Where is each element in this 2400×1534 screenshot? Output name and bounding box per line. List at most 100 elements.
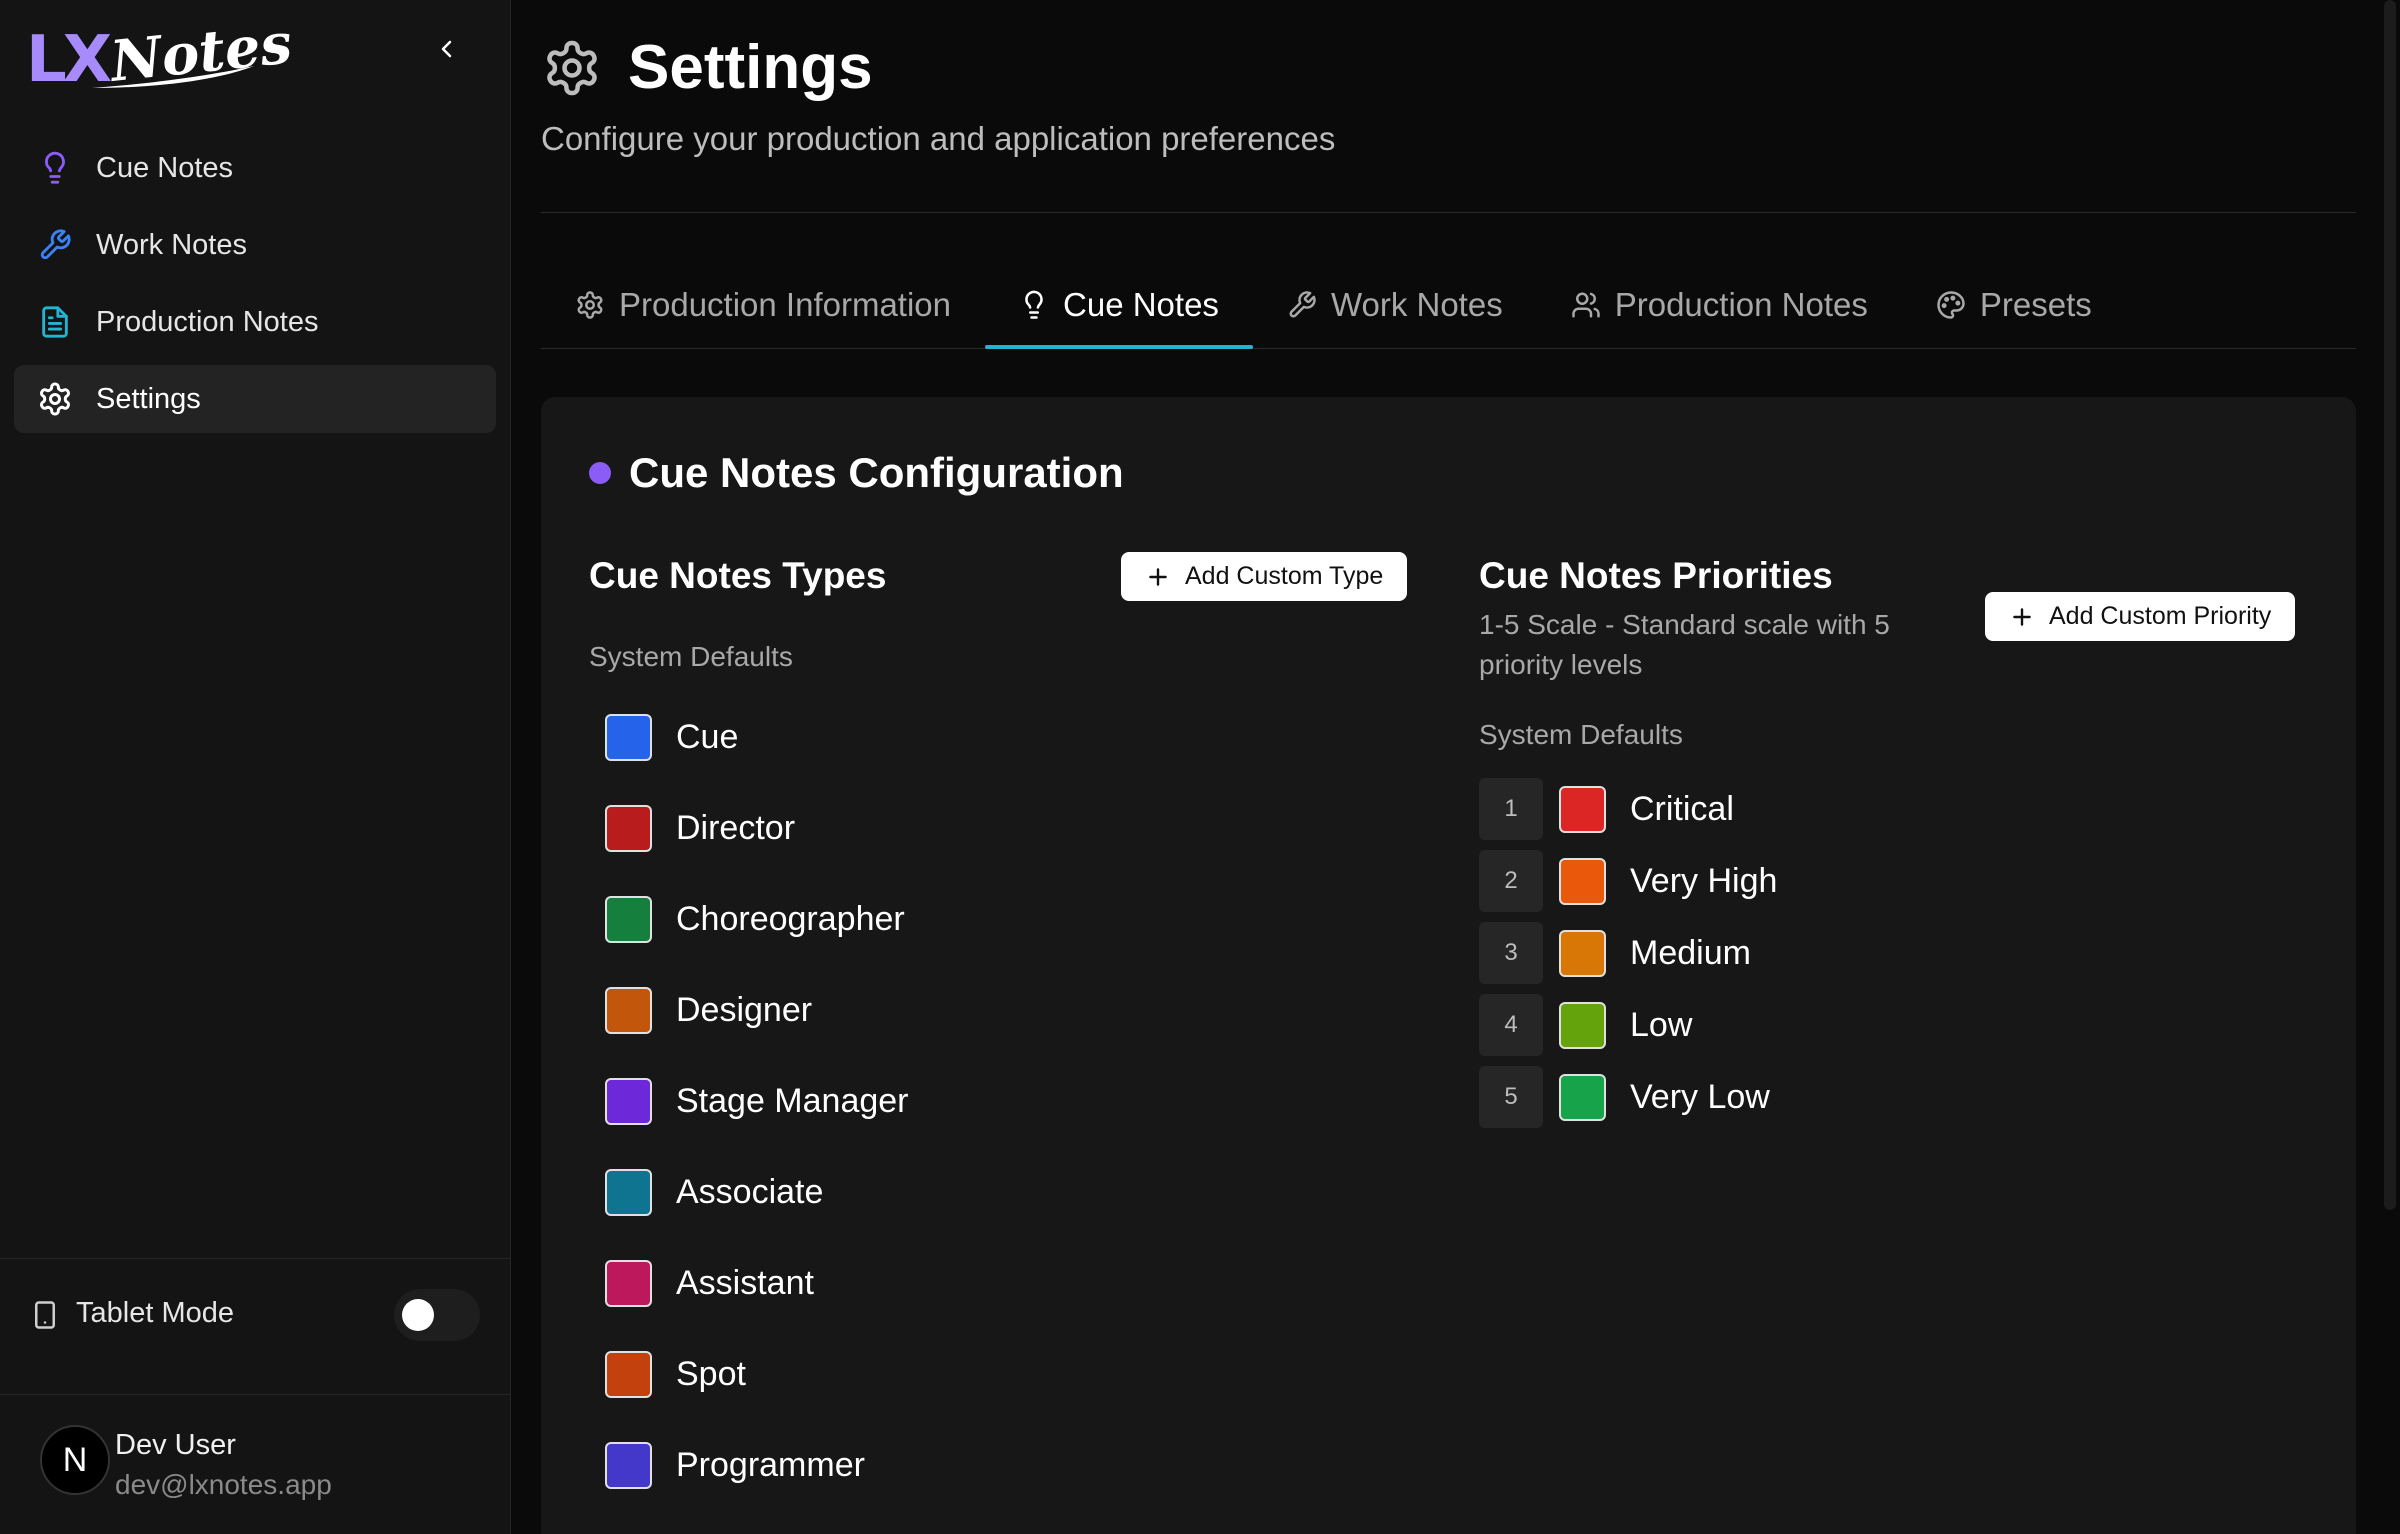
priority-number: 4 (1479, 994, 1543, 1056)
card-title: Cue Notes Configuration (629, 449, 1124, 496)
tab-cue-notes[interactable]: Cue Notes (985, 262, 1253, 349)
scroll-thumb[interactable] (2384, 0, 2396, 1210)
sidebar-item-work-notes[interactable]: Work Notes (14, 211, 496, 279)
tab-label: Production Notes (1614, 286, 1868, 323)
priority-name: Critical (1630, 789, 1734, 828)
page-title: Settings (628, 33, 873, 102)
palette-icon (1937, 291, 1965, 319)
tab-production-information[interactable]: Production Information (541, 262, 985, 348)
lightbulb-icon (36, 149, 74, 187)
type-name: Designer (676, 991, 813, 1029)
list-item[interactable]: 3 Medium (1479, 917, 1777, 989)
types-system-defaults-label: System Defaults (589, 641, 793, 672)
sidebar: LX Notes Cue Notes Work Notes Production… (0, 0, 511, 1534)
list-item[interactable]: Cue (605, 692, 909, 783)
tab-presets[interactable]: Presets (1902, 262, 2126, 348)
tablet-mode-label: Tablet Mode (76, 1297, 234, 1329)
sidebar-item-cue-notes[interactable]: Cue Notes (14, 134, 496, 202)
type-name: Associate (676, 1173, 824, 1211)
wrench-icon (1289, 291, 1316, 318)
color-swatch[interactable] (605, 1169, 652, 1216)
status-dot (589, 462, 611, 484)
add-custom-type-button[interactable]: Add Custom Type (1121, 552, 1408, 601)
list-item[interactable]: Spot (605, 1329, 909, 1420)
cue-notes-config-card: Cue Notes Configuration Cue Notes Types … (541, 397, 2356, 1534)
gear-icon (36, 380, 74, 418)
color-swatch[interactable] (605, 714, 652, 761)
avatar[interactable]: N (40, 1425, 110, 1495)
logo-swoosh (92, 66, 254, 88)
color-swatch[interactable] (605, 1260, 652, 1307)
tab-label: Presets (1979, 286, 2092, 323)
types-list: Cue Director Choreographer Designer Stag… (605, 709, 909, 1528)
card-header: Cue Notes Configuration (589, 449, 1124, 497)
type-name: Assistant (676, 1264, 814, 1302)
color-swatch[interactable] (1559, 929, 1606, 977)
priorities-system-defaults-label: System Defaults (1479, 719, 1683, 750)
sidebar-item-label: Cue Notes (96, 151, 234, 184)
type-name: Choreographer (676, 900, 905, 938)
color-swatch[interactable] (1559, 1073, 1606, 1121)
tablet-icon (30, 1299, 60, 1331)
priority-number: 2 (1479, 850, 1543, 912)
sidebar-item-label: Work Notes (96, 228, 247, 261)
collapse-sidebar-button[interactable] (426, 28, 468, 70)
color-swatch[interactable] (605, 1442, 652, 1489)
type-name: Spot (676, 1355, 746, 1393)
type-name: Stage Manager (676, 1082, 909, 1120)
file-text-icon (36, 303, 74, 341)
color-swatch[interactable] (605, 987, 652, 1034)
settings-tabs: Production Information Cue Notes Work No… (541, 262, 2356, 349)
priority-name: Medium (1630, 933, 1751, 972)
priorities-title: Cue Notes Priorities (1479, 555, 1833, 596)
list-item[interactable]: Assistant (605, 1238, 909, 1329)
chevron-left-icon (441, 40, 452, 58)
list-item[interactable]: Associate (605, 1147, 909, 1238)
page-subtitle: Configure your production and applicatio… (541, 120, 1336, 157)
color-swatch[interactable] (605, 896, 652, 943)
color-swatch[interactable] (605, 1078, 652, 1125)
sidebar-item-production-notes[interactable]: Production Notes (14, 288, 496, 356)
add-custom-priority-button[interactable]: Add Custom Priority (1985, 592, 2296, 641)
button-label: Add Custom Priority (2049, 602, 2272, 630)
list-item[interactable]: 1 Critical (1479, 773, 1777, 845)
list-item[interactable]: Stage Manager (605, 1056, 909, 1147)
type-name: Cue (676, 718, 739, 756)
user-profile[interactable]: N Dev User dev@lxnotes.app (0, 1394, 511, 1534)
user-name: Dev User (115, 1429, 236, 1461)
gear-icon (547, 40, 597, 95)
tablet-mode-toggle[interactable] (394, 1289, 480, 1341)
tab-work-notes[interactable]: Work Notes (1253, 262, 1537, 348)
color-swatch[interactable] (605, 805, 652, 852)
list-item[interactable]: Choreographer (605, 874, 909, 965)
priority-name: Low (1630, 1005, 1693, 1044)
user-email: dev@lxnotes.app (115, 1469, 332, 1500)
types-title: Cue Notes Types (589, 555, 887, 596)
sidebar-item-settings[interactable]: Settings (14, 365, 496, 433)
priorities-list: 1 Critical 2 Very High 3 Medium 4 Low 5 (1479, 773, 1777, 1133)
tab-production-notes[interactable]: Production Notes (1537, 262, 1902, 348)
list-item[interactable]: Designer (605, 965, 909, 1056)
wrench-icon (36, 226, 74, 264)
list-item[interactable]: Programmer (605, 1420, 909, 1511)
list-item[interactable]: 4 Low (1479, 989, 1777, 1061)
tab-label: Production Information (619, 286, 952, 323)
sidebar-nav: Cue Notes Work Notes Production Notes Se… (14, 134, 496, 442)
divider (541, 212, 2356, 213)
color-swatch[interactable] (1559, 1001, 1606, 1049)
list-item[interactable]: Director (605, 783, 909, 874)
list-item[interactable]: 5 Very Low (1479, 1061, 1777, 1133)
priority-number: 5 (1479, 1066, 1543, 1128)
list-item[interactable]: 2 Very High (1479, 845, 1777, 917)
priority-name: Very Low (1630, 1077, 1770, 1116)
tab-label: Work Notes (1330, 286, 1503, 323)
type-name: Programmer (676, 1446, 865, 1484)
tab-label: Cue Notes (1063, 286, 1219, 323)
users-icon (1571, 292, 1600, 318)
color-swatch[interactable] (605, 1351, 652, 1398)
page-header: Settings (542, 32, 873, 103)
priority-number: 1 (1479, 778, 1543, 840)
scrollbar[interactable] (2380, 0, 2400, 1534)
color-swatch[interactable] (1559, 857, 1606, 905)
color-swatch[interactable] (1559, 785, 1606, 833)
